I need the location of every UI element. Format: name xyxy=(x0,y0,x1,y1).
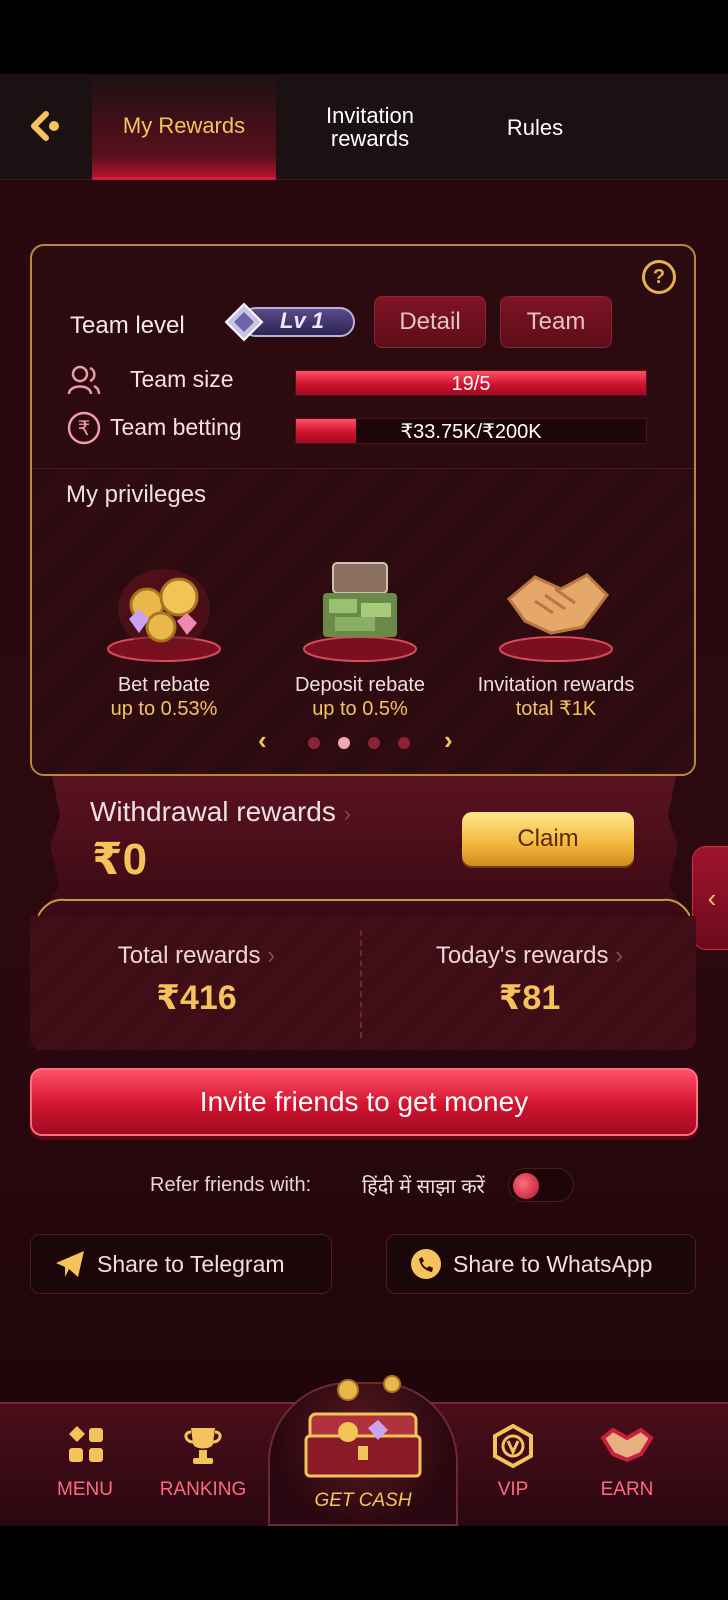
side-drawer-handle[interactable]: ‹ xyxy=(692,846,728,950)
carousel-dot[interactable] xyxy=(338,737,350,749)
nav-vip[interactable]: VIP xyxy=(458,1423,568,1501)
team-betting-bar: ₹33.75K/₹200K xyxy=(295,418,647,444)
chevron-right-icon: › xyxy=(267,942,276,969)
privileges-title: My privileges xyxy=(66,481,207,508)
total-rewards-label: Total rewards xyxy=(117,942,261,969)
team-size-icon xyxy=(67,365,101,395)
nav-earn[interactable]: EARN xyxy=(572,1424,682,1501)
carousel-dot[interactable] xyxy=(398,737,410,749)
treasure-chest-icon xyxy=(304,1375,422,1478)
get-cash-button[interactable] xyxy=(288,1374,438,1494)
chevron-right-icon: › xyxy=(615,942,624,969)
cash-chest-icon xyxy=(303,562,417,662)
toggle-knob xyxy=(513,1173,539,1199)
level-badge: Lv 1 xyxy=(224,302,358,342)
team-size-bar: 19/5 xyxy=(295,370,647,396)
team-size-value: 19/5 xyxy=(451,373,491,395)
share-telegram-label: Share to Telegram xyxy=(97,1250,285,1277)
privilege-name: Invitation rewards xyxy=(477,674,635,696)
vip-shield-icon xyxy=(493,1423,533,1469)
tab-rules[interactable]: Rules xyxy=(470,74,600,180)
nav-vip-label: VIP xyxy=(497,1479,529,1500)
today-rewards-label: Today's rewards xyxy=(435,942,609,969)
top-bar: My Rewards Invitation rewards Rules xyxy=(0,74,728,180)
bottom-nav: MENU RANKING GET CASH VIP EARN xyxy=(0,1374,728,1526)
rewards-totals: Total rewards › ₹416 Today's rewards › ₹… xyxy=(30,916,696,1050)
share-whatsapp-label: Share to WhatsApp xyxy=(453,1250,653,1277)
today-rewards-link[interactable]: Today's rewards › xyxy=(363,942,696,970)
claim-button[interactable]: Claim xyxy=(462,812,634,866)
tab-my-rewards[interactable]: My Rewards xyxy=(92,74,276,180)
privilege-invitation-rewards[interactable]: Invitation rewards total ₹1K xyxy=(456,549,656,720)
privilege-value: up to 0.53% xyxy=(110,698,218,720)
privilege-name: Bet rebate xyxy=(117,674,211,696)
nav-earn-label: EARN xyxy=(600,1479,654,1500)
privileges-section: My privileges Bet rebate up to 0.53% Dep… xyxy=(32,468,694,774)
whatsapp-icon xyxy=(411,1249,441,1279)
privilege-bet-rebate[interactable]: Bet rebate up to 0.53% xyxy=(64,549,264,720)
privilege-value: total ₹1K xyxy=(515,698,597,720)
carousel-prev-icon[interactable]: ‹ xyxy=(258,725,267,756)
menu-grid-icon xyxy=(69,1426,103,1462)
refer-label: Refer friends with: xyxy=(150,1174,312,1196)
handshake-icon xyxy=(499,573,613,662)
tab-invitation-rewards[interactable]: Invitation rewards xyxy=(296,74,444,180)
team-betting-label: Team betting xyxy=(110,414,242,440)
total-rewards-value: ₹416 xyxy=(156,979,237,1017)
team-card: ? Team level Lv 1 Detail Team Team size … xyxy=(30,244,696,776)
hindi-share-toggle[interactable] xyxy=(508,1168,574,1202)
carousel-next-icon[interactable]: › xyxy=(444,725,453,756)
hindi-share-label: हिंदी में साझा करें xyxy=(362,1176,485,1198)
nav-menu-label: MENU xyxy=(57,1479,113,1500)
share-telegram-button[interactable]: Share to Telegram xyxy=(30,1234,332,1294)
nav-menu[interactable]: MENU xyxy=(30,1424,140,1501)
withdrawal-title-text: Withdrawal rewards xyxy=(90,796,336,827)
privilege-value: up to 0.5% xyxy=(312,698,408,720)
help-icon[interactable]: ? xyxy=(642,260,676,294)
team-button[interactable]: Team xyxy=(500,296,612,348)
team-betting-value: ₹33.75K/₹200K xyxy=(400,421,542,443)
carousel-dots xyxy=(308,737,410,749)
svg-text:₹: ₹ xyxy=(78,416,91,440)
nav-ranking-label: RANKING xyxy=(159,1479,247,1500)
nav-ranking[interactable]: RANKING xyxy=(148,1424,258,1501)
share-whatsapp-button[interactable]: Share to WhatsApp xyxy=(386,1234,696,1294)
chevron-right-icon: › xyxy=(343,801,351,826)
tab-label: Invitation rewards xyxy=(325,103,415,151)
team-size-label: Team size xyxy=(130,366,234,392)
total-rewards-link[interactable]: Total rewards › xyxy=(30,942,363,970)
privilege-deposit-rebate[interactable]: Deposit rebate up to 0.5% xyxy=(260,549,460,720)
nav-get-cash-label: GET CASH xyxy=(314,1490,412,1511)
invite-friends-button[interactable]: Invite friends to get money xyxy=(30,1068,698,1136)
carousel-dot[interactable] xyxy=(368,737,380,749)
carousel-dot[interactable] xyxy=(308,737,320,749)
back-arrow-icon xyxy=(31,111,59,141)
telegram-icon xyxy=(56,1251,84,1277)
coins-gems-icon xyxy=(107,569,221,662)
chevron-left-icon: ‹ xyxy=(707,882,717,913)
privilege-name: Deposit rebate xyxy=(294,674,426,696)
withdrawal-amount: ₹0 xyxy=(92,835,148,884)
level-badge-text: Lv 1 xyxy=(280,308,325,333)
tab-label: My Rewards xyxy=(122,113,246,138)
trophy-icon xyxy=(184,1428,222,1464)
detail-button[interactable]: Detail xyxy=(374,296,486,348)
withdrawal-title[interactable]: Withdrawal rewards › xyxy=(90,796,351,828)
tab-label: Rules xyxy=(506,114,564,140)
earn-handshake-icon xyxy=(600,1427,654,1463)
rupee-icon: ₹ xyxy=(67,411,101,445)
today-rewards-value: ₹81 xyxy=(498,979,561,1017)
team-level-label: Team level xyxy=(70,312,185,339)
app-screen: My Rewards Invitation rewards Rules ? Te… xyxy=(0,74,728,1526)
back-button[interactable] xyxy=(24,106,68,150)
